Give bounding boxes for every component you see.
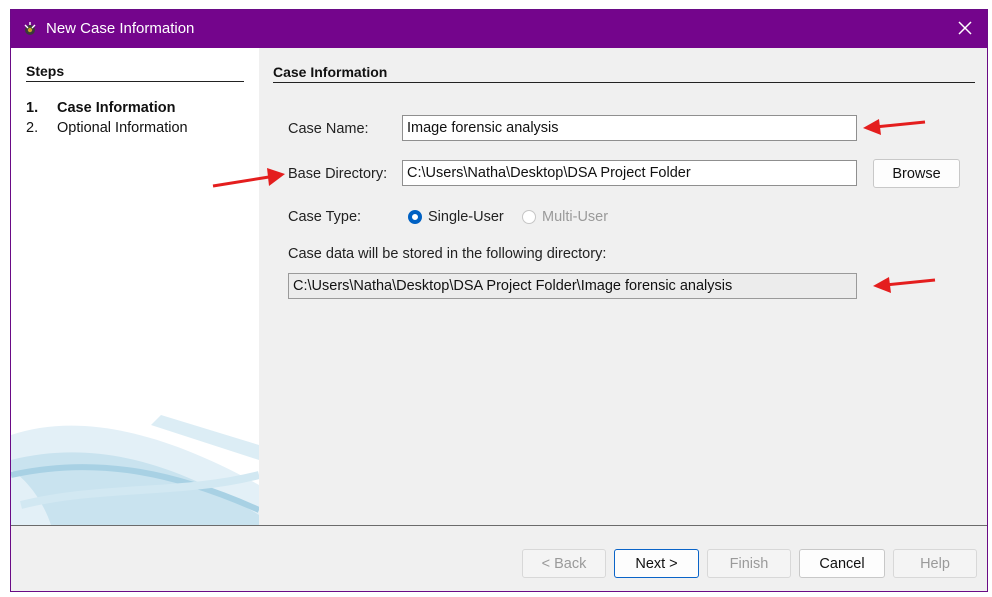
help-button[interactable]: Help (893, 549, 977, 578)
case-type-label: Case Type: (288, 209, 362, 225)
steps-panel: Steps 1. Case Information 2. Optional In… (11, 48, 259, 525)
annotation-arrow-icon (873, 277, 936, 293)
title-bar: New Case Information (11, 10, 987, 48)
storage-directory-field: C:\Users\Natha\Desktop\DSA Project Folde… (288, 273, 857, 299)
footer-divider (11, 525, 987, 526)
back-button[interactable]: < Back (522, 549, 606, 578)
storage-directory-label: Case data will be stored in the followin… (288, 246, 607, 262)
browse-button[interactable]: Browse (873, 159, 960, 188)
multi-user-label: Multi-User (542, 209, 609, 225)
decorative-swoosh-graphic (11, 415, 259, 525)
autopsy-app-icon (24, 22, 36, 35)
single-user-label[interactable]: Single-User (428, 209, 504, 225)
annotation-arrow-icon (212, 168, 285, 188)
step-item-case-information: 1. Case Information (26, 100, 188, 120)
steps-heading: Steps (26, 63, 244, 82)
base-directory-label: Base Directory: (288, 166, 388, 182)
cancel-button[interactable]: Cancel (799, 549, 885, 578)
steps-list: 1. Case Information 2. Optional Informat… (26, 100, 188, 140)
annotation-arrow-icon (863, 119, 926, 135)
section-title: Case Information (273, 64, 975, 83)
case-name-input[interactable]: Image forensic analysis (402, 115, 857, 141)
step-item-optional-information: 2. Optional Information (26, 120, 188, 140)
single-user-radio[interactable] (408, 210, 422, 224)
close-icon[interactable] (955, 18, 975, 38)
new-case-dialog: New Case Information Steps 1. Case Infor… (10, 9, 988, 592)
next-button[interactable]: Next > (614, 549, 699, 578)
case-name-label: Case Name: (288, 121, 369, 137)
step-number: 2. (26, 120, 39, 136)
step-number: 1. (26, 100, 39, 116)
window-title: New Case Information (46, 20, 195, 37)
multi-user-radio[interactable] (522, 210, 536, 224)
base-directory-input[interactable]: C:\Users\Natha\Desktop\DSA Project Folde… (402, 160, 857, 186)
finish-button[interactable]: Finish (707, 549, 791, 578)
step-label: Optional Information (57, 120, 188, 136)
step-label: Case Information (57, 100, 176, 116)
